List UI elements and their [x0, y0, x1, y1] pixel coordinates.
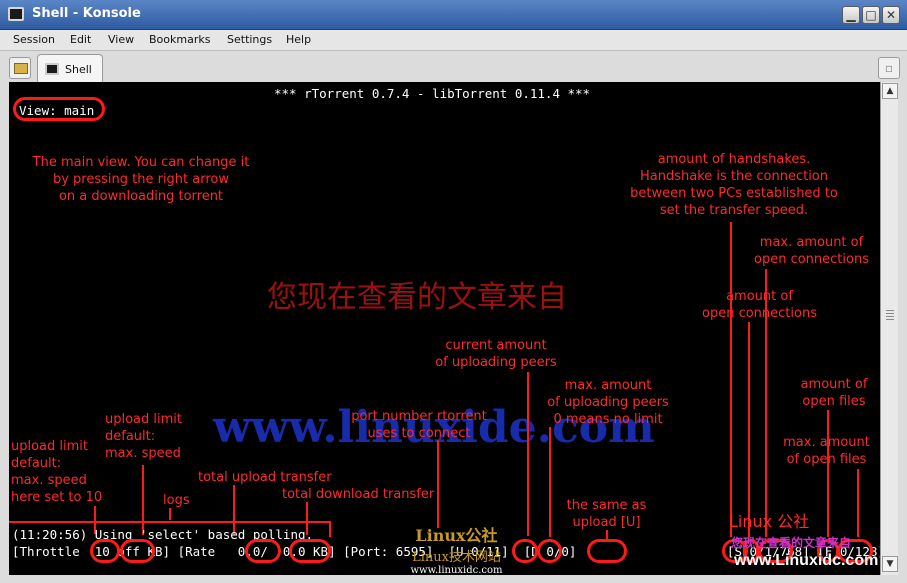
terminal-icon — [45, 63, 59, 75]
oval-d — [587, 539, 627, 563]
annotation-total-upload: total upload transfer — [198, 470, 332, 485]
new-session-icon[interactable] — [9, 57, 31, 79]
oval-throttle — [90, 539, 120, 563]
annotation-upload-limit-10: upload limit default: max. speed here set … — [11, 439, 103, 505]
annotation-open-files: amount of open files — [800, 377, 868, 409]
menu-bar: Session Edit View Bookmarks Settings Hel… — [0, 30, 907, 50]
annotation-port: port number rtorrent uses to connect — [351, 409, 487, 441]
connector-logs — [169, 508, 171, 520]
connector-max-open-files — [857, 469, 859, 537]
annotation-upload-limit-speed: upload limit default: max. speed — [105, 412, 183, 461]
oval-rate-up — [245, 539, 281, 563]
terminal-scrollbar[interactable]: ▲ ▼ — [880, 82, 898, 575]
logs-bracket-side — [329, 521, 331, 537]
menu-session[interactable]: Session — [13, 33, 55, 46]
tab-label: Shell — [65, 63, 92, 76]
menu-view[interactable]: View — [108, 33, 134, 46]
menu-settings[interactable]: Settings — [227, 33, 272, 46]
menu-bookmarks[interactable]: Bookmarks — [149, 33, 210, 46]
annotation-total-download: total download transfer — [282, 487, 435, 502]
menu-help[interactable]: Help — [286, 33, 311, 46]
annotation-same-as-upload: the same as upload [U] — [566, 498, 647, 530]
annotation-open-connections: amount of open connections — [702, 289, 817, 321]
scroll-up-arrow[interactable]: ▲ — [882, 83, 898, 99]
connector-max-peers — [549, 427, 551, 537]
watermark-site-small: www.Linuxidc.com — [734, 552, 879, 569]
connector-current-peers — [527, 372, 529, 536]
scroll-down-arrow[interactable]: ▼ — [882, 556, 898, 572]
maximize-button[interactable]: □ — [862, 6, 880, 24]
close-session-icon[interactable]: ▫ — [878, 57, 900, 79]
watermark-gongshe: Linux 公社 — [729, 512, 810, 531]
tab-bar: Shell ▫ — [0, 50, 907, 83]
view-oval — [13, 97, 105, 121]
watermark-logo: Linux公社 Linux技术网站 www.linuxidc.com — [410, 526, 503, 575]
minimize-button[interactable]: ▁ — [842, 6, 860, 24]
logs-bracket-top — [9, 521, 331, 523]
oval-off — [120, 539, 155, 563]
connector-port — [437, 440, 439, 528]
annotation-current-uploading-peers: current amount of uploading peers — [435, 338, 557, 370]
window-titlebar: Shell - Konsole ▁ □ ✕ — [0, 0, 907, 30]
menu-edit[interactable]: Edit — [70, 33, 91, 46]
connector-max-connections — [765, 269, 767, 537]
konsole-app-icon[interactable] — [8, 7, 24, 21]
scrollbar-grip[interactable] — [886, 310, 894, 322]
connector-handshakes — [730, 222, 732, 537]
watermark-chinese: 您现在查看的文章来自 — [267, 280, 567, 315]
oval-u-max — [537, 539, 562, 563]
connector-open-connections — [748, 322, 750, 537]
tab-shell[interactable]: Shell — [37, 54, 103, 83]
annotation-main-view: The main view. You can change it by press… — [32, 155, 250, 204]
window-title: Shell - Konsole — [32, 6, 141, 21]
annotation-max-uploading-peers: max. amount of uploading peers 0 means no… — [547, 378, 669, 427]
terminal-area[interactable]: *** rTorrent 0.7.4 - libTorrent 0.11.4 *… — [9, 82, 880, 575]
watermark-chinese-small: 您现在查看的文章来自 — [731, 536, 852, 550]
annotation-max-open-connections: max. amount of open connections — [754, 235, 869, 267]
connector-upload-speed — [142, 465, 144, 535]
rtorrent-header: *** rTorrent 0.7.4 - libTorrent 0.11.4 *… — [274, 86, 591, 101]
oval-rate-down — [289, 539, 331, 563]
connector-open-files — [827, 410, 829, 537]
annotation-handshakes: amount of handshakes. Handshake is the co… — [630, 152, 838, 218]
close-button[interactable]: ✕ — [882, 6, 900, 24]
annotation-logs: logs — [163, 493, 190, 508]
